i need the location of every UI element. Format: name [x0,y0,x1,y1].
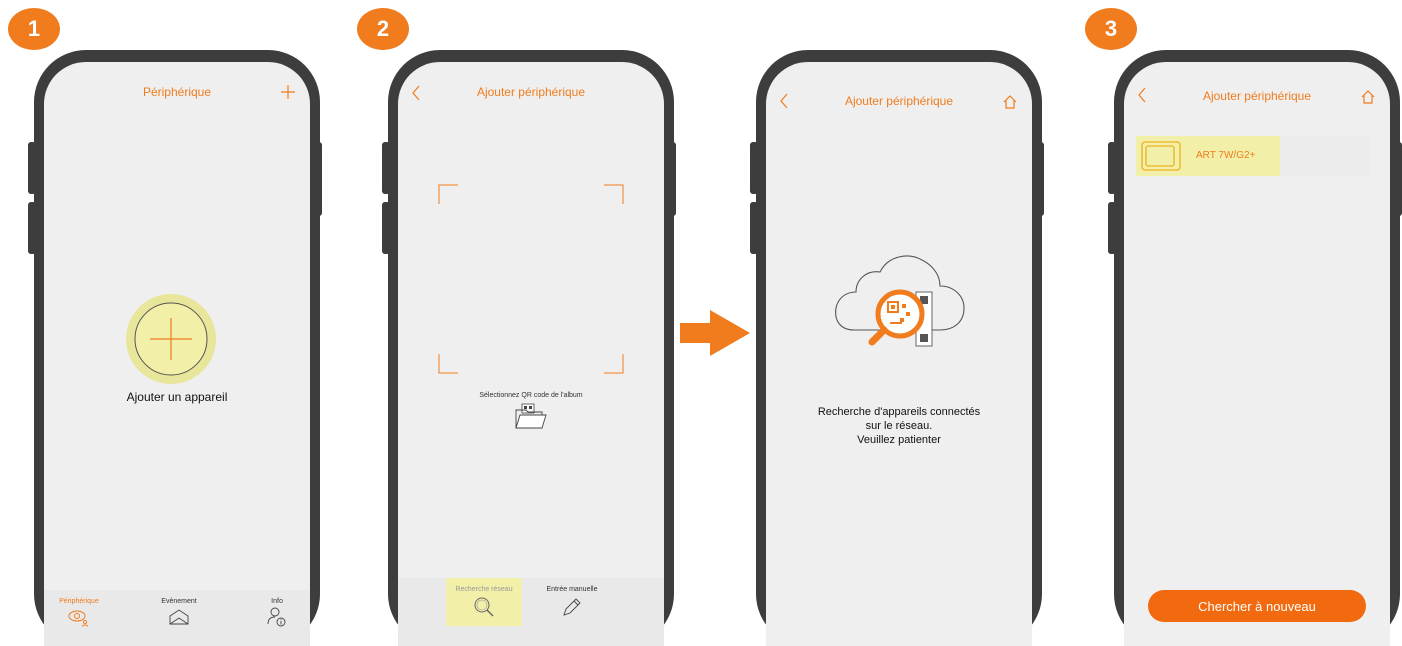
status-line-2: sur le réseau. [865,420,933,432]
tab-manual-entry[interactable]: Entrée manuelle [534,578,610,626]
user-info-icon [267,607,286,627]
qr-scan-frame [438,184,624,374]
cloud-qr-search-icon [835,255,965,347]
device-list-item[interactable]: ART 7W/G2+ [1136,136,1370,176]
home-icon[interactable] [1360,89,1376,105]
phone-network-search: Ajouter périphérique Recherche d'apparei… [756,50,1042,646]
screen: Périphérique Ajouter un appareil Périphé… [44,62,310,646]
tab-devices[interactable]: Périphérique [44,590,114,646]
screen: Ajouter périphérique Recherche d'apparei… [766,62,1032,646]
add-device-label: Ajouter un appareil [126,390,228,404]
pencil-icon [563,598,581,616]
tab-label: Info [271,598,283,605]
step-badge-2: 2 [357,8,409,50]
home-icon[interactable] [1002,94,1018,110]
tab-label: Périphérique [59,598,99,605]
header: Ajouter périphérique [1124,62,1390,122]
phone-device-found: Ajouter périphérique ART 7W/G2+ Chercher… [1114,50,1400,646]
step-badge-3: 3 [1085,8,1137,50]
album-label: Sélectionnez QR code de l'album [479,392,583,399]
screen: Ajouter périphérique Sélectionnez QR cod… [398,62,664,646]
phone-qr-scan: Ajouter périphérique Sélectionnez QR cod… [388,50,674,646]
device-name: ART 7W/G2+ [1196,150,1256,161]
tab-label: Evènement [161,598,197,605]
tab-bar: Périphérique Evènement Info [44,590,310,646]
arrow-right-icon [680,310,750,356]
page-title: Périphérique [142,85,212,99]
page-title: Ajouter périphérique [476,85,586,99]
monitor-icon [1141,141,1181,171]
page-title: Ajouter périphérique [844,94,954,108]
status-line-1: Recherche d'appareils connectés [817,406,981,418]
header: Périphérique [44,62,310,122]
tab-events[interactable]: Evènement [144,590,214,646]
tab-label: Recherche réseau [455,586,513,593]
add-device-button[interactable] [126,294,216,384]
header: Ajouter périphérique [398,62,664,122]
tab-label: Entrée manuelle [546,586,598,593]
header: Ajouter périphérique [766,62,1032,122]
add-circle-icon [134,302,208,376]
envelope-icon [169,609,189,625]
page-title: Ajouter périphérique [1202,89,1312,103]
plus-icon[interactable] [280,84,296,100]
tab-network-search[interactable]: Recherche réseau [446,578,522,626]
phone-device-list: Périphérique Ajouter un appareil Périphé… [34,50,320,646]
status-line-3: Veuillez patienter [857,434,941,446]
eye-user-icon [68,610,88,627]
tab-info[interactable]: Info [244,590,310,646]
folder-icon[interactable] [514,402,548,430]
tab-bar: Recherche réseau Entrée manuelle [398,578,664,646]
screen: Ajouter périphérique ART 7W/G2+ Chercher… [1124,62,1390,646]
search-icon [474,597,494,617]
step-badge-1: 1 [8,8,60,50]
search-again-button[interactable]: Chercher à nouveau [1148,590,1366,622]
